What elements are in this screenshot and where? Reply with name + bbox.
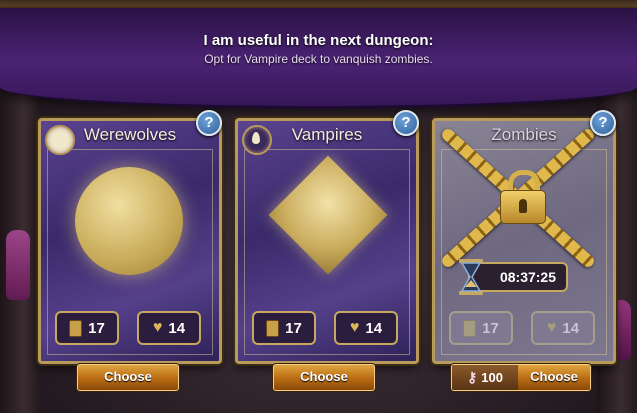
full-moon-icon: [75, 167, 183, 275]
heart-icon: ♥: [152, 319, 163, 336]
potion-bottle-icon: [6, 230, 30, 300]
shelf-left: [0, 90, 40, 413]
card-count-value: 17: [88, 319, 105, 337]
unlock-cost-value: 100: [481, 370, 503, 385]
help-vampires-button[interactable]: ?: [393, 110, 419, 136]
unlock-cost: ⚷ 100: [452, 365, 518, 390]
card-count: 17: [55, 311, 119, 345]
card-count: 17: [449, 311, 513, 345]
choose-werewolves-button[interactable]: Choose: [77, 364, 179, 391]
card-count-value: 17: [482, 319, 499, 337]
health-value: 14: [365, 319, 383, 337]
help-werewolves-button[interactable]: ?: [196, 110, 222, 136]
padlock-icon: [500, 170, 546, 224]
choose-vampires-button[interactable]: Choose: [273, 364, 375, 391]
deck-name: Vampires: [291, 125, 363, 144]
cards-icon: [266, 319, 280, 337]
choose-zombies-label: Choose: [518, 365, 590, 390]
health-count: ♥ 14: [334, 311, 398, 345]
card-count: 17: [252, 311, 316, 345]
cards-icon: [463, 319, 477, 337]
key-icon: ⚷: [467, 369, 478, 385]
unlock-zombies-button[interactable]: ⚷ 100 Choose: [451, 364, 591, 391]
banner-subtitle: Opt for Vampire deck to vanquish zombies…: [204, 52, 433, 66]
cards-icon: [69, 319, 83, 337]
deck-name: Werewolves: [83, 125, 177, 144]
deck-card-vampires[interactable]: Vampires 17 ♥ 14: [235, 118, 419, 364]
keyhole-icon: [519, 199, 527, 213]
padlock-body: [500, 190, 546, 224]
health-count: ♥ 14: [531, 311, 595, 345]
deck-card-werewolves[interactable]: Werewolves 17 ♥ 14: [38, 118, 222, 364]
hourglass-icon: [459, 259, 483, 295]
health-count: ♥ 14: [137, 311, 201, 345]
heart-icon: ♥: [349, 319, 360, 336]
health-value: 14: [562, 319, 580, 337]
banner-title: I am useful in the next dungeon:: [203, 32, 434, 49]
card-count-value: 17: [285, 319, 302, 337]
health-value: 14: [168, 319, 186, 337]
help-zombies-button[interactable]: ?: [590, 110, 616, 136]
heart-icon: ♥: [546, 319, 557, 336]
